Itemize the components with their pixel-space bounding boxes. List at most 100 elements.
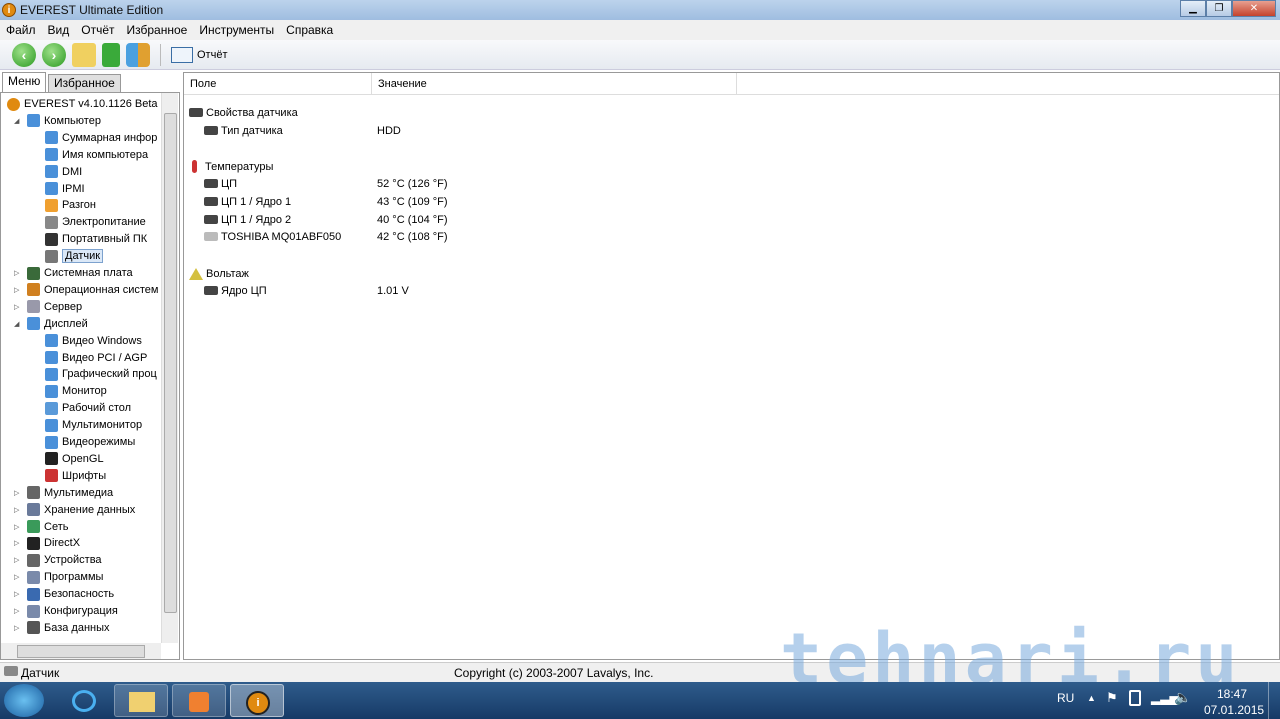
expand-toggle-icon[interactable]: ▷ [14, 607, 22, 615]
tree-item[interactable]: Портативный ПК [45, 231, 147, 247]
users-icon[interactable] [126, 42, 150, 67]
table-row[interactable]: ЦП 52 °C (126 °F) [204, 175, 804, 192]
volume-icon[interactable]: 🔈 [1174, 689, 1191, 706]
tree-item[interactable]: Видеорежимы [45, 434, 135, 450]
maximize-button[interactable]: ❐ [1206, 0, 1232, 17]
tree-item[interactable]: Мультимонитор [45, 417, 142, 433]
tree-item-icon [27, 587, 40, 601]
clock-date[interactable]: 07.01.2015 [1204, 703, 1264, 717]
tree-item[interactable]: Рабочий стол [45, 400, 131, 416]
tree-item[interactable]: ▷ Сервер [14, 299, 82, 315]
group-header[interactable]: Вольтаж [189, 265, 789, 282]
expand-toggle-icon[interactable]: ◢ [14, 117, 22, 125]
tree-item[interactable]: Электропитание [45, 214, 146, 230]
tree-item[interactable]: ▷ Сеть [14, 519, 68, 535]
tree-item[interactable]: ▷ Мультимедиа [14, 485, 113, 501]
expand-toggle-icon[interactable]: ▷ [14, 556, 22, 564]
tree-item-label: Имя компьютера [62, 148, 149, 161]
action-center-flag-icon[interactable]: ⚑ [1106, 690, 1118, 706]
minimize-button[interactable]: ▁ [1180, 0, 1206, 17]
tree-item-icon [45, 131, 58, 145]
up-folder-icon[interactable] [72, 42, 96, 67]
tree-horizontal-scrollbar[interactable] [1, 643, 161, 659]
tree-item-icon [45, 435, 58, 449]
tree-item[interactable]: Видео PCI / AGP [45, 350, 147, 366]
expand-toggle-icon[interactable]: ▷ [14, 624, 22, 632]
tree-item[interactable]: Видео Windows [45, 333, 142, 349]
tree-item[interactable]: Графический проц [45, 366, 157, 382]
expand-toggle-icon[interactable]: ▷ [14, 539, 22, 547]
tree-item[interactable]: ▷ Безопасность [14, 586, 114, 602]
folder-icon [129, 692, 155, 712]
table-row[interactable]: Тип датчика HDD [204, 122, 804, 139]
table-row[interactable]: TOSHIBA MQ01ABF050 42 °C (108 °F) [204, 228, 804, 245]
table-row[interactable]: Ядро ЦП 1.01 V [204, 282, 804, 299]
column-header-value[interactable]: Значение [372, 73, 737, 94]
expand-toggle-icon[interactable]: ◢ [14, 320, 22, 328]
show-hidden-icons[interactable]: ▲ [1087, 693, 1096, 703]
tree-item[interactable]: ▷ Системная плата [14, 265, 133, 281]
forward-icon[interactable]: › [42, 42, 66, 67]
tree-item[interactable]: DMI [45, 164, 82, 180]
tree-item[interactable]: ▷ DirectX [14, 535, 80, 551]
group-header[interactable]: Свойства датчика [189, 104, 789, 121]
start-button[interactable] [4, 684, 44, 717]
tree-item-icon [7, 97, 20, 111]
expand-toggle-icon[interactable]: ▷ [14, 573, 22, 581]
tree-item[interactable]: ▷ Конфигурация [14, 603, 118, 619]
column-header-field[interactable]: Поле [184, 73, 372, 94]
tree-item[interactable]: OpenGL [45, 451, 104, 467]
everest-taskbar-button[interactable]: i [230, 684, 284, 717]
explorer-taskbar-button[interactable] [114, 684, 168, 717]
field-cell: ЦП 1 / Ядро 1 [221, 195, 292, 208]
tree-item-label: Датчик [62, 249, 104, 264]
tree-item-icon [45, 182, 58, 195]
tree-item[interactable]: IPMI [45, 181, 85, 197]
tree-item[interactable]: ▷ Хранение данных [14, 502, 135, 518]
clock-time[interactable]: 18:47 [1217, 687, 1247, 701]
menu-file[interactable]: Файл [0, 23, 42, 37]
expand-toggle-icon[interactable]: ▷ [14, 590, 22, 598]
close-button[interactable]: ✕ [1232, 0, 1276, 17]
tree-item[interactable]: Разгон [45, 197, 96, 213]
tree-item[interactable]: Монитор [45, 383, 107, 399]
expand-toggle-icon[interactable]: ▷ [14, 303, 22, 311]
expand-toggle-icon[interactable]: ▷ [14, 523, 22, 531]
table-row[interactable]: ЦП 1 / Ядро 2 40 °C (104 °F) [204, 211, 804, 228]
menu-favorites[interactable]: Избранное [121, 23, 194, 37]
tree-item[interactable]: ▷ Устройства [14, 552, 102, 568]
menu-tools[interactable]: Инструменты [193, 23, 280, 37]
tree-item[interactable]: ◢ Компьютер [14, 113, 101, 129]
tree-item[interactable]: ▷ База данных [14, 620, 110, 636]
back-icon[interactable]: ‹ [12, 42, 36, 67]
refresh-icon[interactable] [102, 42, 120, 67]
show-desktop-button[interactable] [1268, 682, 1280, 719]
expand-toggle-icon[interactable]: ▷ [14, 286, 22, 294]
power-icon[interactable] [1129, 690, 1141, 706]
menu-report[interactable]: Отчёт [75, 23, 120, 37]
tree-item[interactable]: Суммарная инфор [45, 130, 157, 146]
group-header[interactable]: Температуры [189, 158, 789, 175]
expand-toggle-icon[interactable]: ▷ [14, 506, 22, 514]
tree-item[interactable]: Имя компьютера [45, 147, 148, 163]
expand-toggle-icon[interactable]: ▷ [14, 269, 22, 277]
tree-vertical-scrollbar[interactable] [161, 93, 178, 643]
language-indicator[interactable]: RU [1057, 691, 1074, 705]
media-player-taskbar-button[interactable] [172, 684, 226, 717]
expand-toggle-icon[interactable]: ▷ [14, 489, 22, 497]
tab-favorites[interactable]: Избранное [48, 74, 121, 93]
tree-item[interactable]: Шрифты [45, 468, 106, 484]
tree-item-icon [27, 621, 40, 635]
tree-item[interactable]: ◢ Дисплей [14, 316, 88, 332]
menu-help[interactable]: Справка [280, 23, 339, 37]
sensor-icon [4, 666, 18, 676]
table-row[interactable]: ЦП 1 / Ядро 1 43 °C (109 °F) [204, 193, 804, 210]
tab-menu[interactable]: Меню [2, 72, 47, 93]
tree-item[interactable]: ▷ Операционная систем [14, 282, 158, 298]
ie-taskbar-button[interactable] [57, 684, 111, 717]
tree-item[interactable]: EVEREST v4.10.1126 Beta [7, 96, 158, 112]
tree-item[interactable]: Датчик [45, 248, 104, 264]
report-button[interactable]: Отчёт [171, 46, 227, 63]
tree-item[interactable]: ▷ Программы [14, 569, 103, 585]
menu-view[interactable]: Вид [42, 23, 76, 37]
